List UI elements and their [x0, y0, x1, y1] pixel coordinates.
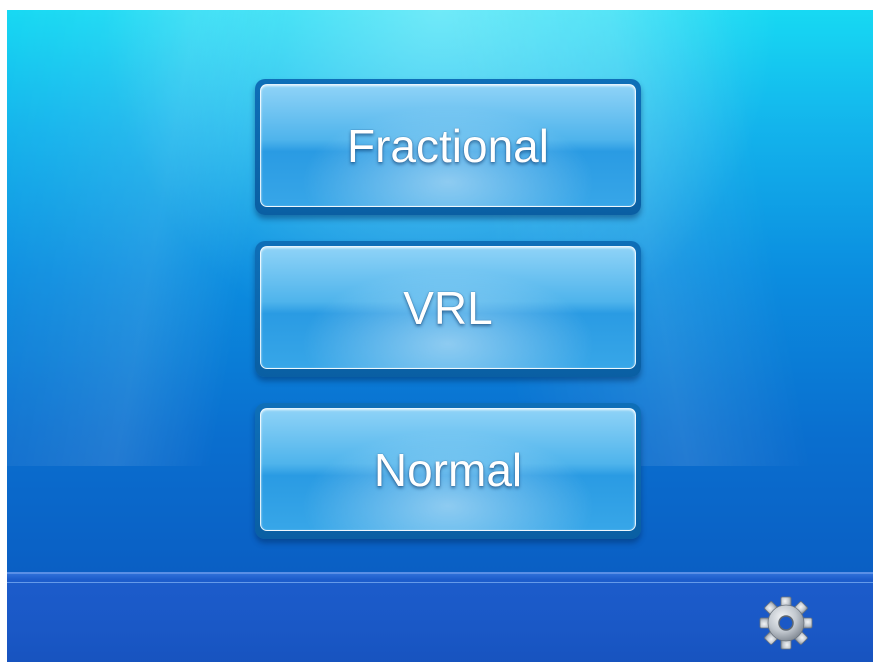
footer-bar: [7, 572, 873, 662]
gear-icon[interactable]: [759, 596, 813, 650]
top-margin: [0, 0, 873, 10]
vrl-button[interactable]: VRL: [255, 241, 641, 377]
vrl-button-label: VRL: [403, 281, 493, 334]
fractional-button[interactable]: Fractional: [255, 79, 641, 215]
settings-button[interactable]: [759, 596, 813, 650]
fractional-button-face[interactable]: Fractional: [260, 84, 636, 207]
footer-divider: [7, 582, 873, 583]
vrl-button-face[interactable]: VRL: [260, 246, 636, 369]
normal-button-face[interactable]: Normal: [260, 408, 636, 531]
main-screen: Fractional VRL Normal: [7, 10, 873, 662]
fractional-button-label: Fractional: [347, 119, 549, 172]
normal-button-label: Normal: [373, 443, 523, 496]
normal-button[interactable]: Normal: [255, 403, 641, 539]
